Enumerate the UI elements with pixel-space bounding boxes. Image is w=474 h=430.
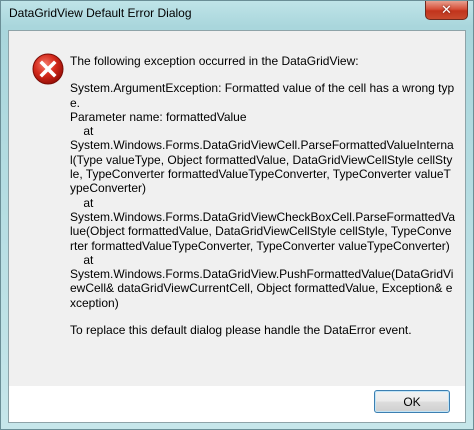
dialog-content: The following exception occurred in the …: [8, 30, 466, 423]
exception-details: System.ArgumentException: Formatted valu…: [70, 81, 456, 310]
footer-text: To replace this default dialog please ha…: [70, 323, 412, 338]
close-button[interactable]: ✕: [425, 1, 468, 20]
button-bar: OK: [9, 386, 465, 422]
close-icon: ✕: [441, 2, 452, 18]
window-title: DataGridView Default Error Dialog: [9, 6, 192, 20]
error-dialog-window: DataGridView Default Error Dialog ✕ The …: [0, 0, 474, 430]
intro-text: The following exception occurred in the …: [70, 54, 359, 68]
title-bar[interactable]: DataGridView Default Error Dialog ✕: [1, 1, 473, 29]
ok-button[interactable]: OK: [374, 390, 450, 413]
error-message: The following exception occurred in the …: [70, 54, 455, 337]
error-icon: [32, 53, 64, 85]
